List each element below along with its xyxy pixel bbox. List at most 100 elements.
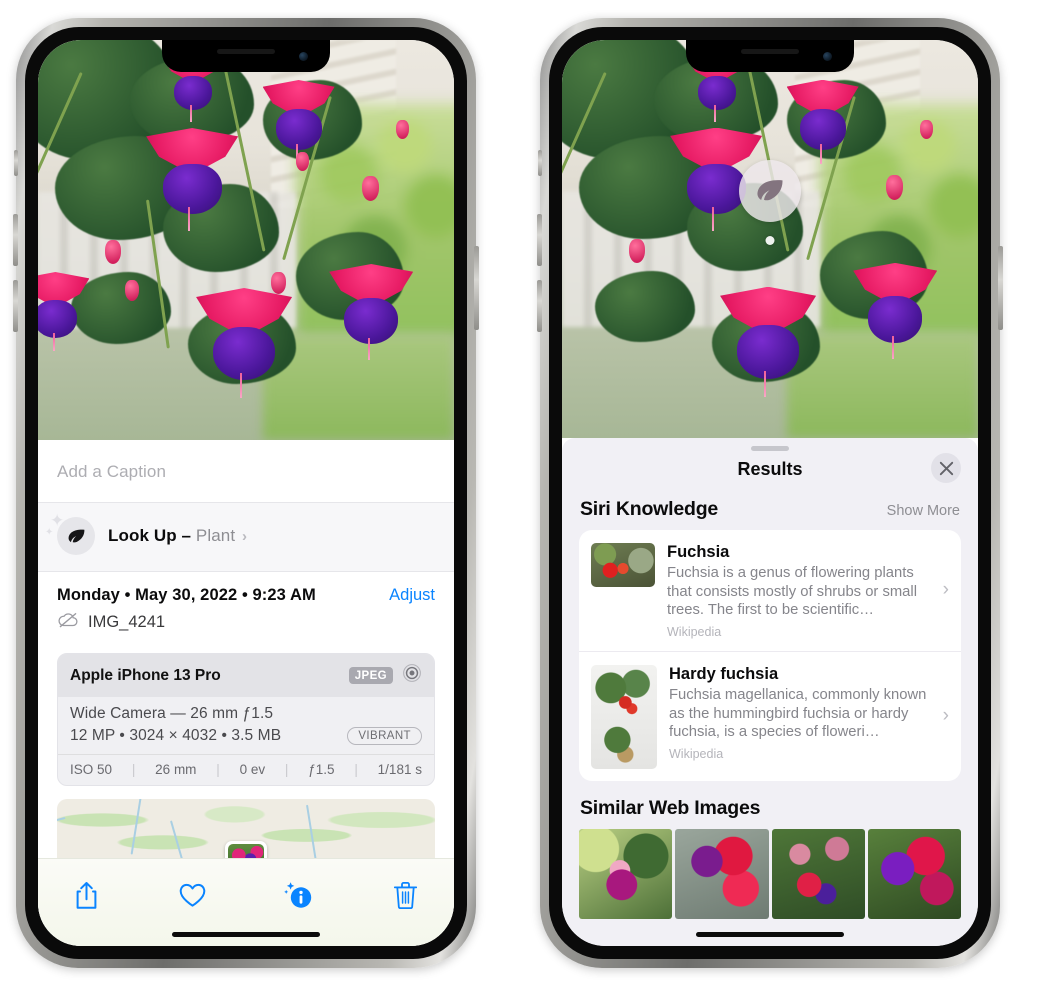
look-up-label: Look Up – Plant › — [108, 526, 247, 546]
screen-left: Add a Caption ✦ ✦ Look Up – Plant › Mond… — [38, 40, 454, 946]
close-icon[interactable] — [931, 453, 961, 483]
photo-bud — [295, 152, 309, 171]
earpiece-speaker — [741, 49, 799, 54]
iphone-right: Results Siri Knowledge Show More Fuchsia… — [537, 18, 1003, 968]
visual-lookup-anchor-dot — [765, 236, 775, 245]
photo-fuchsia-flower — [196, 288, 293, 399]
photo-bud — [628, 239, 645, 263]
metadata-file-row: IMG_4241 — [57, 612, 435, 633]
favorite-button[interactable] — [171, 875, 215, 915]
screen-right: Results Siri Knowledge Show More Fuchsia… — [562, 40, 978, 946]
web-image-thumbnail[interactable] — [867, 828, 961, 919]
exif-shutter-speed: 1/181 s — [377, 762, 422, 777]
screenshot-stage: Add a Caption ✦ ✦ Look Up – Plant › Mond… — [0, 0, 1055, 985]
visual-lookup-leaf-icon[interactable] — [739, 160, 801, 222]
photo-bud — [270, 272, 286, 294]
front-camera-icon — [299, 52, 308, 61]
similar-web-images-title: Similar Web Images — [580, 796, 761, 819]
info-button[interactable] — [277, 875, 321, 915]
results-header: Results — [562, 451, 978, 494]
silent-switch[interactable] — [14, 150, 18, 176]
photo-viewer[interactable] — [38, 40, 454, 440]
iphone-left: Add a Caption ✦ ✦ Look Up – Plant › Mond… — [13, 18, 479, 968]
leaf-icon — [57, 517, 95, 555]
camera-aperture-icon — [402, 663, 422, 688]
camera-specs-row: 12 MP • 3024 × 4032 • 3.5 MB VIBRANT — [70, 727, 422, 745]
photo-viewer[interactable] — [562, 40, 978, 438]
exif-iso: ISO 50 — [70, 762, 113, 777]
web-image-thumbnail[interactable] — [675, 828, 769, 919]
front-camera-icon — [823, 52, 832, 61]
home-indicator[interactable] — [172, 932, 320, 937]
photo-filename: IMG_4241 — [88, 613, 166, 631]
photo-fuchsia-flower — [38, 272, 90, 352]
look-up-icon-wrap: ✦ ✦ — [45, 512, 95, 555]
knowledge-description: Fuchsia magellanica, commonly known as t… — [669, 686, 927, 741]
volume-down-button[interactable] — [13, 280, 18, 332]
similar-web-images-strip[interactable] — [562, 828, 978, 919]
photographic-style-badge: VIBRANT — [347, 727, 422, 745]
home-indicator[interactable] — [696, 932, 844, 937]
volume-up-button[interactable] — [537, 214, 542, 266]
knowledge-text: Hardy fuchsia Fuchsia magellanica, commo… — [669, 665, 949, 761]
look-up-subject: Plant — [195, 526, 236, 545]
camera-card-body: Wide Camera — 26 mm ƒ1.5 12 MP • 3024 × … — [58, 697, 434, 754]
photo-fuchsia-flower — [146, 128, 239, 232]
camera-exif-row: ISO 50 | 26 mm | 0 ev | ƒ1.5 | 1/181 s — [58, 754, 434, 785]
knowledge-description: Fuchsia is a genus of flowering plants t… — [667, 565, 917, 619]
knowledge-thumbnail — [591, 664, 657, 769]
camera-card-header: Apple iPhone 13 Pro JPEG — [58, 654, 434, 697]
exif-separator: | — [354, 762, 358, 777]
earpiece-speaker — [217, 49, 275, 54]
volume-up-button[interactable] — [13, 214, 18, 266]
knowledge-thumbnail — [591, 543, 655, 587]
volume-down-button[interactable] — [537, 280, 542, 332]
photo-fuchsia-flower — [786, 79, 859, 164]
web-image-thumbnail[interactable] — [579, 828, 673, 919]
power-button[interactable] — [474, 246, 479, 330]
exif-aperture: ƒ1.5 — [308, 762, 335, 777]
list-item[interactable]: Hardy fuchsia Fuchsia magellanica, commo… — [579, 650, 961, 781]
look-up-row[interactable]: ✦ ✦ Look Up – Plant › — [38, 503, 454, 571]
siri-knowledge-card: Fuchsia Fuchsia is a genus of flowering … — [579, 530, 961, 781]
notch-right — [686, 40, 854, 72]
knowledge-title: Hardy fuchsia — [669, 664, 779, 683]
list-item[interactable]: Fuchsia Fuchsia is a genus of flowering … — [579, 530, 961, 651]
photo-bud — [104, 240, 121, 264]
delete-button[interactable] — [384, 875, 428, 915]
photo-metadata: Monday • May 30, 2022 • 9:23 AM Adjust I… — [38, 571, 454, 643]
knowledge-text: Fuchsia Fuchsia is a genus of flowering … — [667, 543, 949, 639]
similar-web-images-header: Similar Web Images — [562, 781, 978, 829]
show-more-button[interactable]: Show More — [887, 503, 960, 519]
metadata-date-row: Monday • May 30, 2022 • 9:23 AM Adjust — [57, 586, 435, 605]
photo-foliage — [595, 270, 696, 343]
photo-date: Monday • May 30, 2022 • 9:23 AM — [57, 586, 316, 604]
adjust-button[interactable]: Adjust — [389, 586, 435, 605]
chevron-right-icon: › — [241, 528, 248, 545]
results-sheet: Results Siri Knowledge Show More Fuchsia… — [562, 438, 978, 946]
knowledge-source: Wikipedia — [667, 624, 722, 639]
share-button[interactable] — [64, 875, 108, 915]
caption-input[interactable]: Add a Caption — [38, 440, 454, 503]
exif-focal-length: 26 mm — [155, 762, 197, 777]
photo-fuchsia-flower — [329, 264, 414, 360]
web-image-thumbnail[interactable] — [771, 828, 865, 919]
photo-fuchsia-flower — [853, 262, 938, 359]
siri-knowledge-title: Siri Knowledge — [580, 498, 719, 520]
silent-switch[interactable] — [538, 150, 542, 176]
icloud-slash-icon — [57, 612, 79, 633]
exif-separator: | — [284, 762, 289, 777]
knowledge-title: Fuchsia — [667, 543, 730, 561]
power-button[interactable] — [998, 246, 1003, 330]
exif-exposure-value: 0 ev — [239, 762, 266, 777]
phone-bezel-right: Results Siri Knowledge Show More Fuchsia… — [549, 27, 991, 959]
camera-lens-line: Wide Camera — 26 mm ƒ1.5 — [70, 705, 274, 722]
exif-separator: | — [131, 762, 136, 777]
photo-bud — [395, 120, 409, 139]
camera-device-name: Apple iPhone 13 Pro — [70, 666, 221, 684]
sparkle-icon: ✦ — [45, 527, 54, 538]
exif-separator: | — [216, 762, 220, 777]
photo-bud — [919, 119, 933, 139]
photo-info-sheet: Add a Caption ✦ ✦ Look Up – Plant › Mond… — [38, 440, 454, 946]
photo-fuchsia-flower — [720, 286, 817, 398]
